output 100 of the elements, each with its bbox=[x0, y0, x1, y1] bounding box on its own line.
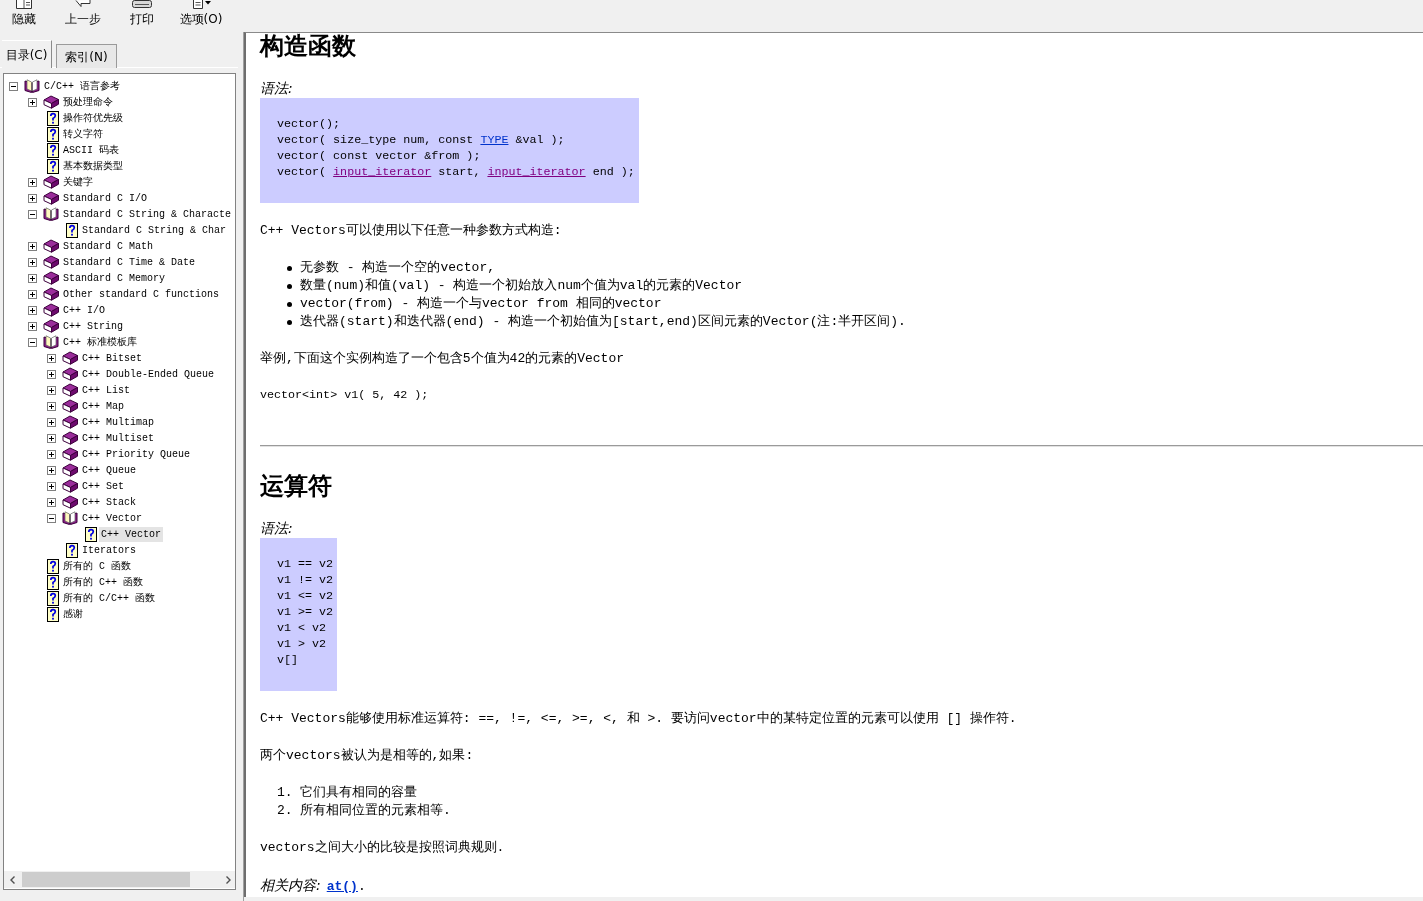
book-icon bbox=[43, 303, 59, 317]
tree-item[interactable]: C++ 标准模板库 bbox=[61, 334, 139, 350]
open-book-icon bbox=[43, 335, 59, 349]
help-page-icon bbox=[47, 606, 59, 622]
tree-item[interactable]: C++ I/O bbox=[61, 302, 107, 318]
tree-item[interactable]: C/C++ 语言参考 bbox=[42, 78, 122, 94]
paragraph: vectors之间大小的比较是按照词典规则. bbox=[260, 839, 505, 857]
caret-icon bbox=[204, 1, 211, 5]
book-icon bbox=[62, 415, 78, 429]
tree-item[interactable]: C++ Queue bbox=[80, 462, 138, 478]
syntax-label: 语法: bbox=[260, 79, 293, 97]
tree-item[interactable]: Standard C String & Char bbox=[80, 222, 229, 238]
book-icon bbox=[43, 255, 59, 269]
tree-item[interactable]: C++ Vector bbox=[99, 526, 163, 542]
expand-icon[interactable] bbox=[28, 257, 37, 267]
collapse-icon[interactable] bbox=[28, 209, 37, 219]
expand-icon[interactable] bbox=[28, 305, 37, 315]
tree-item[interactable]: 感谢 bbox=[61, 606, 85, 622]
toolbar-button[interactable]: 上一步 bbox=[59, 0, 107, 31]
tree-item[interactable]: C++ Multimap bbox=[80, 414, 156, 430]
tree-item[interactable]: Iterators bbox=[80, 542, 138, 558]
tree-item[interactable]: C++ Stack bbox=[80, 494, 138, 510]
bullet-icon bbox=[287, 301, 292, 307]
expand-icon[interactable] bbox=[47, 449, 56, 459]
toolbar-button[interactable]: 隐藏 bbox=[0, 0, 48, 31]
code-line: v1 < v2 bbox=[277, 620, 327, 636]
code-link[interactable]: input_iterator bbox=[333, 165, 432, 179]
code-link[interactable]: TYPE bbox=[480, 133, 509, 147]
code-line: v[] bbox=[277, 652, 299, 668]
tree-item[interactable]: C++ Map bbox=[80, 398, 126, 414]
tree-item[interactable]: Other standard C functions bbox=[61, 286, 222, 302]
tree-item[interactable]: C++ Set bbox=[80, 478, 126, 494]
tree-item[interactable]: C++ Priority Queue bbox=[80, 446, 193, 462]
collapse-icon[interactable] bbox=[9, 81, 18, 91]
expand-icon[interactable] bbox=[47, 385, 56, 395]
expand-icon[interactable] bbox=[47, 353, 56, 363]
expand-icon[interactable] bbox=[28, 193, 37, 203]
code-sample: vector<int> v1( 5, 42 ); bbox=[260, 387, 429, 403]
book-icon bbox=[43, 239, 59, 253]
list-item-text: 迭代器(start)和迭代器(end) - 构造一个初始值为[start,end)区间元素的Vector(注:半开区间). bbox=[300, 313, 906, 331]
expand-icon[interactable] bbox=[47, 401, 56, 411]
tree-item[interactable]: Standard C Math bbox=[61, 238, 155, 254]
tree-item[interactable]: Standard C String & Characte bbox=[61, 206, 234, 222]
tree-item[interactable]: 所有的 C/C++ 函数 bbox=[61, 590, 157, 606]
book-icon bbox=[62, 431, 78, 445]
document-icon bbox=[191, 0, 204, 9]
expand-icon[interactable] bbox=[28, 177, 37, 187]
tree-item[interactable]: Standard C I/O bbox=[61, 190, 149, 206]
help-page-icon bbox=[47, 590, 59, 606]
tree-item[interactable]: C++ List bbox=[80, 382, 132, 398]
expand-icon[interactable] bbox=[47, 497, 56, 507]
scrollbar-thumb[interactable] bbox=[22, 872, 190, 887]
tree-item[interactable]: 预处理命令 bbox=[61, 94, 115, 110]
syntax-label: 语法: bbox=[260, 519, 293, 537]
expand-icon[interactable] bbox=[47, 433, 56, 443]
tree-item[interactable]: Standard C Time & Date bbox=[61, 254, 198, 270]
tree-item[interactable]: ASCII 码表 bbox=[61, 142, 121, 158]
tree-item[interactable]: 操作符优先级 bbox=[61, 110, 125, 126]
tree-item[interactable]: C++ Double-Ended Queue bbox=[80, 366, 217, 382]
expand-icon[interactable] bbox=[28, 321, 37, 331]
bullet-icon bbox=[287, 283, 292, 289]
expand-icon[interactable] bbox=[47, 481, 56, 491]
code-link[interactable]: input_iterator bbox=[487, 165, 586, 179]
tree-item[interactable]: 关键字 bbox=[61, 174, 95, 190]
code-line: v1 == v2 bbox=[277, 556, 334, 572]
related-link[interactable]: at() bbox=[326, 879, 358, 894]
tab[interactable]: 索引(N) bbox=[56, 44, 117, 68]
expand-icon[interactable] bbox=[28, 241, 37, 251]
tree-item[interactable]: 所有的 C++ 函数 bbox=[61, 574, 145, 590]
tree-item[interactable]: 基本数据类型 bbox=[61, 158, 125, 174]
expand-icon[interactable] bbox=[47, 465, 56, 475]
paragraph: C++ Vectors可以使用以下任意一种参数方式构造: bbox=[260, 222, 562, 240]
scroll-left-icon[interactable] bbox=[10, 875, 15, 884]
help-page-icon bbox=[47, 558, 59, 574]
horizontal-scrollbar[interactable] bbox=[4, 871, 235, 888]
tree-item[interactable]: C++ Bitset bbox=[80, 350, 144, 366]
book-icon bbox=[62, 495, 78, 509]
toolbar-button[interactable]: 打印 bbox=[118, 0, 166, 31]
paragraph: C++ Vectors能够使用标准运算符: ==, !=, <=, >=, <, 和 >. 要访问vector中的某特定位置的元素可以使用 [] 操作符. bbox=[260, 710, 1017, 728]
collapse-icon[interactable] bbox=[47, 513, 56, 523]
expand-icon[interactable] bbox=[28, 273, 37, 283]
help-page-icon bbox=[47, 126, 59, 142]
book-icon bbox=[62, 447, 78, 461]
list-item-text: 所有相同位置的元素相等. bbox=[300, 802, 451, 820]
tree-item[interactable]: C++ String bbox=[61, 318, 125, 334]
expand-icon[interactable] bbox=[28, 289, 37, 299]
tree-item[interactable]: 所有的 C 函数 bbox=[61, 558, 133, 574]
tree-item[interactable]: C++ Multiset bbox=[80, 430, 156, 446]
list-item-text: 数量(num)和值(val) - 构造一个初始放入num个值为val的元素的Vector bbox=[300, 277, 743, 295]
tab[interactable]: 目录(C) bbox=[2, 40, 52, 68]
expand-icon[interactable] bbox=[47, 417, 56, 427]
tree-item[interactable]: C++ Vector bbox=[80, 510, 144, 526]
expand-icon[interactable] bbox=[47, 369, 56, 379]
book-icon bbox=[43, 95, 59, 109]
tree-item[interactable]: 转义字符 bbox=[61, 126, 105, 142]
toolbar-button[interactable]: 选项(O) bbox=[177, 0, 225, 31]
collapse-icon[interactable] bbox=[28, 337, 37, 347]
tree-item[interactable]: Standard C Memory bbox=[61, 270, 168, 286]
expand-icon[interactable] bbox=[28, 97, 37, 107]
scroll-right-icon[interactable] bbox=[226, 875, 231, 884]
